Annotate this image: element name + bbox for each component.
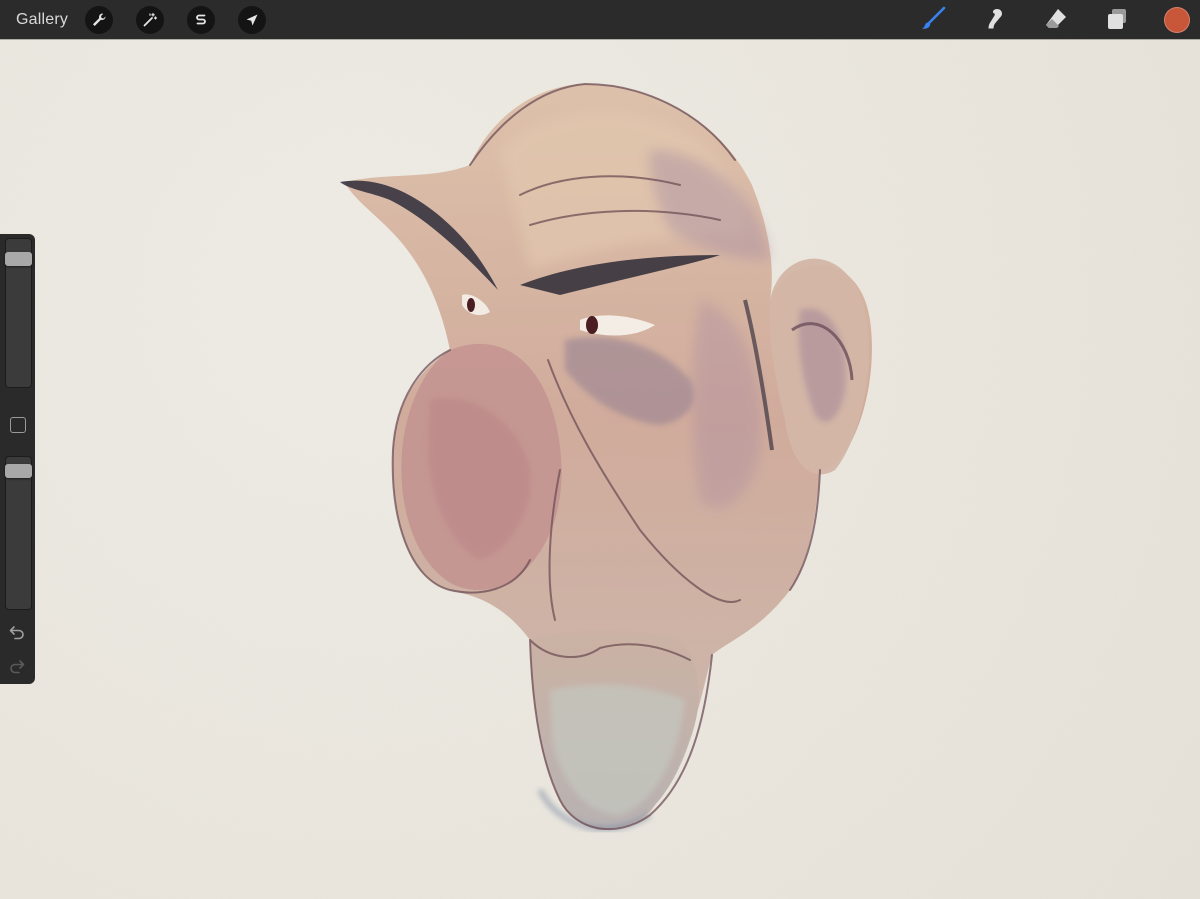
adjustments-button[interactable]	[136, 6, 164, 34]
brush-size-slider[interactable]	[5, 238, 32, 388]
caricature-artwork	[0, 39, 1200, 899]
actions-button[interactable]	[85, 6, 113, 34]
top-toolbar: Gallery	[0, 0, 1200, 39]
layers-icon	[1104, 6, 1130, 32]
wrench-icon	[91, 12, 107, 28]
redo-icon[interactable]	[8, 657, 26, 675]
opacity-thumb[interactable]	[5, 464, 32, 478]
modify-square-icon[interactable]	[10, 417, 26, 433]
gallery-button[interactable]: Gallery	[16, 0, 68, 39]
opacity-slider[interactable]	[5, 456, 32, 610]
eraser-tool-button[interactable]	[1041, 4, 1071, 34]
left-sidebar	[0, 234, 35, 684]
selection-button[interactable]	[187, 6, 215, 34]
color-picker-button[interactable]	[1164, 7, 1190, 33]
transform-button[interactable]	[238, 6, 266, 34]
undo-icon[interactable]	[8, 623, 26, 641]
layers-button[interactable]	[1102, 4, 1132, 34]
selection-s-icon	[193, 12, 209, 28]
smudge-tool-button[interactable]	[979, 4, 1009, 34]
drawing-canvas[interactable]	[0, 39, 1200, 899]
transform-arrow-icon	[244, 12, 260, 28]
smudge-icon	[981, 6, 1007, 32]
brush-size-thumb[interactable]	[5, 252, 32, 266]
brush-icon	[920, 6, 946, 32]
magic-wand-icon	[142, 12, 158, 28]
brush-tool-button[interactable]	[918, 4, 948, 34]
eraser-icon	[1043, 6, 1069, 32]
